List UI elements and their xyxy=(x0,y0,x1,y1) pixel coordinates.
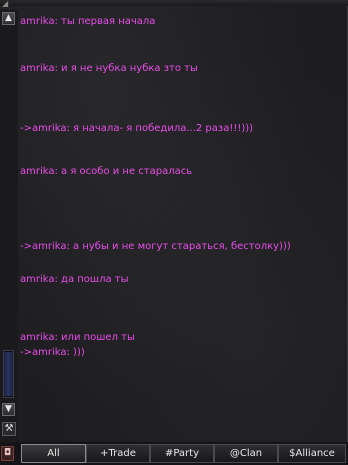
chat-message: amrika: да пошла ты xyxy=(20,274,129,285)
tab-all[interactable]: All xyxy=(21,444,86,463)
bag-icon[interactable]: ◘ xyxy=(1,446,14,461)
scroll-down-button[interactable]: ▼ xyxy=(2,403,15,416)
chat-log: amrika: ты первая начала amrika: и я не … xyxy=(20,10,342,440)
chat-message: ->amrika: ))) xyxy=(20,347,85,358)
tab-clan[interactable]: @Clan xyxy=(214,444,278,463)
tab-trade[interactable]: +Trade xyxy=(86,444,150,463)
chat-message: amrika: и я не нубка нубка зто ты xyxy=(20,63,198,74)
chat-window: ◢ ▲ ▼ ⚒ amrika: ты первая начала amrika:… xyxy=(0,0,348,465)
tab-party[interactable]: #Party xyxy=(150,444,214,463)
arrow-down-icon: ▼ xyxy=(5,404,12,414)
chat-message: ->amrika: я начала- я победила...2 раза!… xyxy=(20,123,254,134)
chat-message: amrika: или пошел ты xyxy=(20,332,135,343)
chat-message: amrika: а я особо и не старалась xyxy=(20,166,193,177)
tool-icon: ⚒ xyxy=(4,423,14,434)
corner-ornament-icon: ◢ xyxy=(2,0,9,8)
scroll-up-button[interactable]: ▲ xyxy=(2,12,15,25)
chat-message: amrika: ты первая начала xyxy=(20,16,156,27)
scrollbar-thumb[interactable] xyxy=(4,352,13,396)
tab-alliance[interactable]: $Alliance xyxy=(278,444,346,463)
window-top-edge xyxy=(0,0,348,6)
chat-settings-button[interactable]: ⚒ xyxy=(2,422,16,436)
chat-message: ->amrika: а нубы и не могут стараться, б… xyxy=(20,241,291,252)
arrow-up-icon: ▲ xyxy=(5,13,12,23)
